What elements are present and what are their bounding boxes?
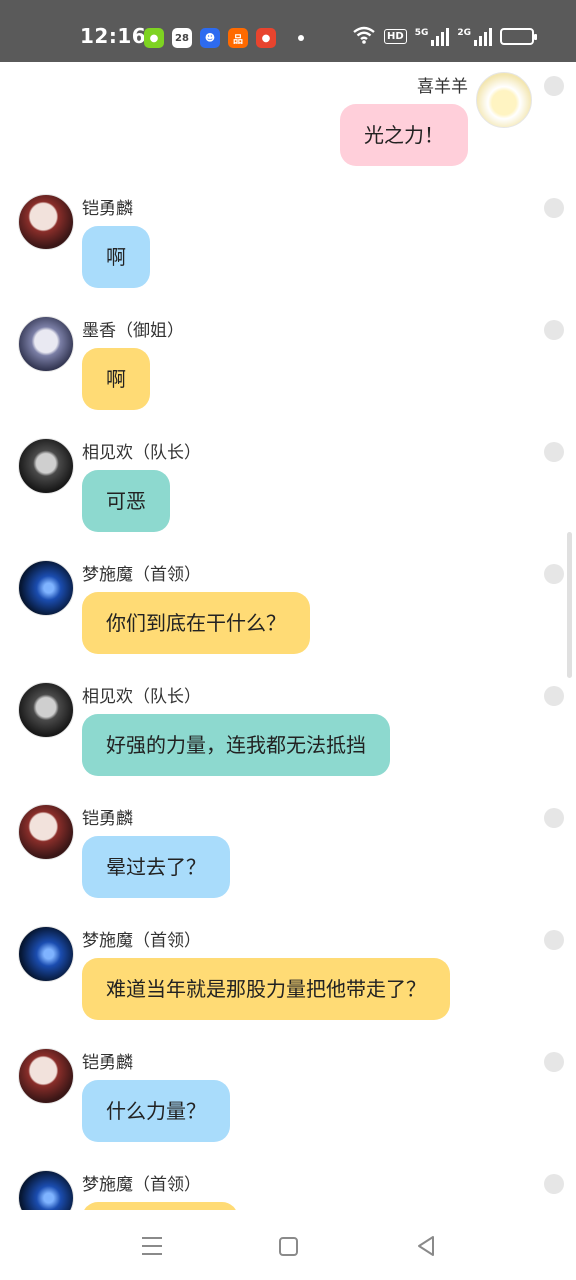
chat-message: 铠勇麟什么力量？	[0, 1048, 576, 1168]
chat-message: 梦施魔（首领） 你们到底在干什么？	[0, 560, 576, 680]
sender-name: 相见欢（队长）	[82, 687, 201, 707]
user-avatar[interactable]	[18, 194, 74, 250]
chat-message: 相见欢（队长） 可恶	[0, 438, 576, 558]
more-notifications-dot	[298, 35, 304, 41]
select-circle[interactable]	[544, 198, 564, 218]
back-icon[interactable]	[414, 1234, 438, 1258]
baidu-app-icon: ☻	[200, 28, 220, 48]
game-app-icon: ●	[256, 28, 276, 48]
message-bubble[interactable]: 光之力！	[340, 104, 468, 166]
wifi-icon	[352, 26, 376, 47]
notification-icons: ● 28 ☻ 品 ●	[144, 28, 304, 48]
user-avatar[interactable]	[18, 1048, 74, 1104]
chat-message: 梦施魔（首领）	[0, 1170, 576, 1210]
user-avatar[interactable]	[18, 926, 74, 982]
sender-name: 铠勇麟	[82, 1053, 133, 1073]
message-bubble[interactable]: 什么力量？	[82, 1080, 230, 1142]
signal-5g-label: 5G	[414, 27, 429, 38]
signal-5g-icon: 5G	[414, 27, 450, 46]
scrollbar-thumb[interactable]	[567, 532, 572, 678]
chat-message: 铠勇麟晕过去了？	[0, 804, 576, 924]
status-time: 12:16	[80, 24, 147, 48]
signal-2g-label: 2G	[457, 27, 471, 38]
select-circle[interactable]	[544, 1052, 564, 1072]
chat-message: 铠勇麟啊	[0, 194, 576, 314]
sender-name: 铠勇麟	[82, 809, 133, 829]
calendar-app-icon: 28	[172, 28, 192, 48]
navigation-bar	[0, 1210, 576, 1280]
sender-name: 相见欢（队长）	[82, 443, 201, 463]
sender-name: 梦施魔（首领）	[82, 565, 201, 585]
chat-message-list[interactable]: 喜羊羊 光之力！ 铠勇麟啊墨香（御姐）啊相见欢（队长） 可恶 梦施魔（首领） 你们到底在干…	[0, 62, 576, 1210]
select-circle[interactable]	[544, 442, 564, 462]
select-circle[interactable]	[544, 320, 564, 340]
user-avatar[interactable]	[18, 560, 74, 616]
sender-name: 梦施魔（首领）	[82, 931, 201, 951]
system-indicators: HD 5G 2G	[352, 26, 537, 47]
user-avatar[interactable]	[18, 682, 74, 738]
sender-name: 墨香（御姐）	[82, 321, 184, 341]
user-avatar[interactable]	[18, 316, 74, 372]
message-bubble[interactable]: 可恶	[82, 470, 170, 532]
signal-2g-icon: 2G	[457, 27, 492, 46]
hd-voice-icon: HD	[384, 29, 407, 44]
home-icon[interactable]	[276, 1234, 300, 1258]
select-circle[interactable]	[544, 686, 564, 706]
chat-message: 相见欢（队长） 好强的力量，连我都无法抵挡	[0, 682, 576, 802]
select-circle[interactable]	[544, 808, 564, 828]
message-bubble[interactable]: 难道当年就是那股力量把他带走了？	[82, 958, 450, 1020]
user-avatar[interactable]	[476, 72, 532, 128]
message-bubble[interactable]: 晕过去了？	[82, 836, 230, 898]
chat-message: 梦施魔（首领） 难道当年就是那股力量把他带走了？	[0, 926, 576, 1046]
user-avatar[interactable]	[18, 438, 74, 494]
status-bar: 12:16 ● 28 ☻ 品 ● HD 5G 2G	[0, 0, 576, 62]
sender-name: 喜羊羊	[417, 77, 468, 97]
select-circle[interactable]	[544, 564, 564, 584]
menu-icon[interactable]	[140, 1234, 164, 1258]
shop-app-icon: 品	[228, 28, 248, 48]
message-bubble[interactable]: 啊	[82, 348, 150, 410]
user-avatar[interactable]	[18, 1170, 74, 1210]
lemon-app-icon: ●	[144, 28, 164, 48]
message-bubble[interactable]: 好强的力量，连我都无法抵挡	[82, 714, 390, 776]
select-circle[interactable]	[544, 1174, 564, 1194]
message-bubble[interactable]: 啊	[82, 226, 150, 288]
select-circle[interactable]	[544, 930, 564, 950]
sender-name: 铠勇麟	[82, 199, 133, 219]
chat-message: 喜羊羊光之力！	[0, 72, 576, 192]
sender-name: 梦施魔（首领）	[82, 1175, 201, 1195]
message-bubble[interactable]	[82, 1202, 238, 1210]
chat-message: 墨香（御姐） 啊	[0, 316, 576, 436]
select-circle[interactable]	[544, 76, 564, 96]
user-avatar[interactable]	[18, 804, 74, 860]
battery-icon	[500, 28, 537, 45]
message-bubble[interactable]: 你们到底在干什么？	[82, 592, 310, 654]
